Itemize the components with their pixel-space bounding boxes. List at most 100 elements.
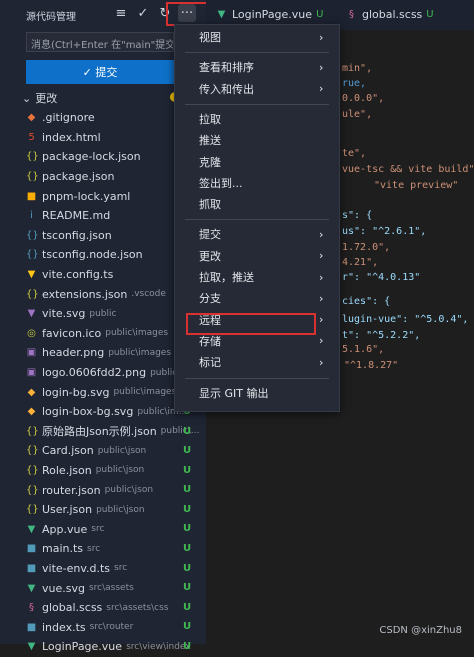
code-line: 1.72.0", [342, 242, 391, 253]
more-actions-menu: 视图 › 查看和排序 › 传入和传出 › 拉取 推送 克隆 签出到... 抓取 提交 › 更改 › 拉取，推送… [174, 24, 340, 412]
menu-item[interactable]: 拉取，推送 › [175, 267, 339, 287]
file-path: public [89, 308, 117, 319]
tab-status: U [316, 8, 324, 20]
menu-item[interactable]: 推送 [175, 130, 339, 150]
menu-item[interactable]: 视图 › [175, 27, 339, 47]
file-name: tsconfig.node.json [42, 248, 143, 262]
file-name: vue.svg [42, 581, 85, 595]
file-row[interactable]: {} 原始路由Json示例.json public\... U [26, 422, 206, 442]
chevron-right-icon: › [319, 249, 324, 263]
file-type-icon: ▼ [27, 582, 36, 594]
file-row[interactable]: ▼ vue.svg src\assets U [26, 578, 206, 598]
commit-button[interactable]: ✓ 提交 [26, 60, 174, 84]
file-type-icon: ■ [26, 621, 37, 633]
file-status-badge: U [183, 464, 192, 476]
file-path: src\view\index [126, 641, 191, 652]
file-name: tsconfig.json [42, 228, 112, 242]
file-type-icon: {} [26, 288, 39, 300]
file-type-icon: 5 [28, 131, 35, 143]
file-type-icon: ■ [26, 543, 37, 555]
file-name: 原始路由Json示例.json [42, 425, 157, 439]
menu-item-label: 抓取 [199, 198, 221, 212]
file-name: vite-env.d.ts [42, 561, 111, 575]
menu-item[interactable]: 传入和传出 › [175, 79, 339, 99]
menu-item-label: 推送 [199, 134, 221, 148]
menu-item-label: 拉取，推送 [199, 271, 254, 284]
file-row[interactable]: ■ index.ts src\router U [26, 617, 206, 637]
file-status-badge: U [183, 641, 192, 653]
chevron-right-icon: › [319, 334, 324, 348]
menu-item[interactable]: 提交 › [175, 224, 339, 244]
file-name: main.ts [42, 542, 84, 556]
code-line: min", [342, 63, 373, 74]
file-path: public\json [95, 465, 145, 476]
changes-label: 更改 [35, 92, 58, 105]
menu-item[interactable]: 签出到... [175, 173, 339, 193]
commit-message-input[interactable]: 消息(Ctrl+Enter 在"main"提交 [26, 32, 174, 52]
code-line: s": { [342, 210, 373, 221]
scss-file-icon: § [349, 8, 354, 20]
file-path: public\json [104, 485, 154, 496]
menu-item[interactable]: 克隆 [175, 152, 339, 172]
file-row[interactable]: ■ main.ts src U [26, 539, 206, 559]
file-type-icon: § [29, 602, 34, 614]
chevron-right-icon: › [319, 60, 324, 74]
menu-item[interactable]: 抓取 [175, 194, 339, 214]
file-name: package-lock.json [42, 150, 141, 164]
file-type-icon: ▣ [26, 347, 37, 359]
file-type-icon: ▼ [27, 641, 36, 653]
file-path: public\... [160, 426, 200, 437]
menu-item-label: 克隆 [199, 155, 221, 169]
code-line: "vite preview" [374, 180, 459, 191]
file-row[interactable]: § global.scss src\assets\css U [26, 598, 206, 618]
file-name: LoginPage.vue [42, 640, 123, 654]
file-status-badge: U [183, 621, 192, 633]
file-type-icon: {} [26, 445, 39, 457]
file-path: public\json [97, 445, 147, 456]
code-line: vue-tsc && vite build" [342, 164, 474, 175]
menu-item[interactable]: 分支 › [175, 288, 339, 308]
file-name: global.scss [42, 601, 103, 615]
file-status-badge: U [183, 503, 192, 515]
file-name: .gitignore [42, 111, 95, 125]
menu-separator [185, 377, 329, 379]
file-row[interactable]: ■ vite-env.d.ts src U [26, 559, 206, 579]
file-status-badge: U [183, 425, 192, 437]
changes-section-header[interactable]: ⌄ 更改 [22, 90, 57, 106]
file-row[interactable]: ▼ LoginPage.vue src\view\index U [26, 637, 206, 657]
file-type-icon: {} [26, 151, 39, 163]
menu-item[interactable]: 更改 › [175, 246, 339, 266]
code-line: 4.21", [342, 257, 379, 268]
menu-item-label: 更改 [199, 249, 221, 263]
file-row[interactable]: {} User.json public\json U [26, 500, 206, 520]
menu-item[interactable]: 查看和排序 › [175, 57, 339, 77]
commit-check-icon[interactable]: ✓ [134, 4, 152, 22]
menu-item-label: 分支 [199, 292, 221, 306]
menu-item-label: 显示 GIT 输出 [199, 386, 269, 400]
file-type-icon: ◎ [27, 327, 36, 339]
file-name: header.png [42, 346, 105, 360]
code-line: ule", [342, 109, 373, 120]
tab-label: LoginPage.vue [232, 7, 313, 21]
file-row[interactable]: ▼ App.vue src U [26, 519, 206, 539]
file-row[interactable]: {} Card.json public\json U [26, 441, 206, 461]
remote-item-highlight [186, 313, 316, 335]
code-line: lugin-vue": "^5.0.4", [342, 314, 469, 325]
file-row[interactable]: {} router.json public\json U [26, 480, 206, 500]
menu-item[interactable]: 显示 GIT 输出 [175, 383, 339, 403]
menu-item-label: 传入和传出 [199, 82, 254, 96]
file-path: src\router [89, 622, 134, 633]
sidebar-title: 源代码管理 [26, 12, 76, 23]
file-status-badge: U [183, 562, 192, 574]
menu-item-label: 提交 [199, 228, 221, 242]
file-name: User.json [42, 503, 93, 517]
chevron-right-icon: › [319, 82, 324, 96]
file-name: Card.json [42, 444, 94, 458]
menu-item[interactable]: 拉取 [175, 109, 339, 129]
file-status-badge: U [183, 601, 192, 613]
menu-separator [185, 219, 329, 221]
menu-item[interactable]: 标记 › [175, 352, 339, 372]
file-row[interactable]: {} Role.json public\json U [26, 461, 206, 481]
tab-global-scss[interactable]: § global.scss U [346, 0, 434, 28]
view-as-tree-icon[interactable]: ≡ [112, 4, 130, 22]
